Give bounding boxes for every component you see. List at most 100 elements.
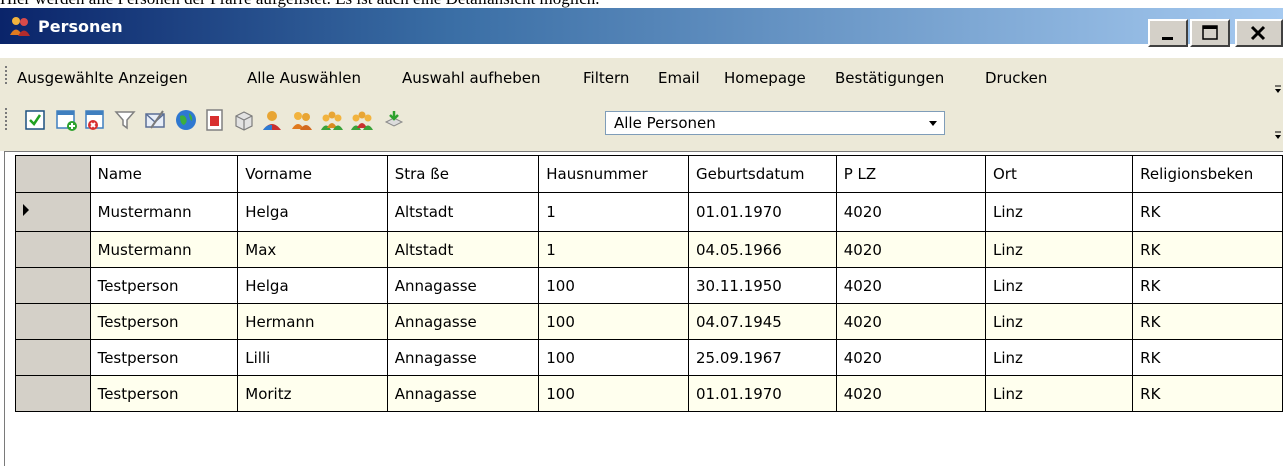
table-row[interactable]: Testperson Moritz Annagasse 100 01.01.19…: [15, 375, 1283, 412]
export-icon[interactable]: [382, 108, 406, 132]
menu-email[interactable]: Email: [658, 69, 700, 87]
cell-strasse[interactable]: Altstadt: [386, 192, 540, 232]
cell-strasse[interactable]: Annagasse: [386, 303, 540, 340]
cell-religion[interactable]: RK: [1132, 267, 1283, 304]
cell-name[interactable]: Testperson: [89, 267, 239, 304]
cell-plz[interactable]: 4020: [835, 192, 986, 232]
table-row[interactable]: Testperson Hermann Annagasse 100 04.07.1…: [15, 303, 1283, 340]
toolbar-grip[interactable]: [5, 108, 8, 132]
close-button[interactable]: [1235, 19, 1283, 47]
table-row[interactable]: Testperson Helga Annagasse 100 30.11.195…: [15, 267, 1283, 304]
cell-name[interactable]: Testperson: [89, 339, 239, 376]
cell-vorname[interactable]: Moritz: [237, 375, 388, 412]
menu-drucken[interactable]: Drucken: [985, 69, 1047, 87]
menu-ausgewaehlte-anzeigen[interactable]: Ausgewählte Anzeigen: [17, 69, 188, 87]
checkbox-icon[interactable]: [23, 108, 47, 132]
cell-hausnummer[interactable]: 100: [538, 339, 689, 376]
window-titlebar[interactable]: Personen: [0, 8, 1283, 47]
cell-strasse[interactable]: Annagasse: [386, 267, 540, 304]
row-selector[interactable]: [15, 231, 91, 268]
cell-vorname[interactable]: Hermann: [237, 303, 388, 340]
cell-vorname[interactable]: Lilli: [237, 339, 388, 376]
cell-name[interactable]: Testperson: [89, 375, 239, 412]
cell-geburtsdatum[interactable]: 04.05.1966: [687, 231, 837, 268]
group-icon[interactable]: [320, 108, 344, 132]
filter-icon[interactable]: [113, 108, 137, 132]
cell-ort[interactable]: Linz: [984, 231, 1134, 268]
cell-ort[interactable]: Linz: [984, 339, 1134, 376]
add-row-icon[interactable]: [55, 108, 79, 132]
cell-religion[interactable]: RK: [1132, 303, 1283, 340]
cell-geburtsdatum[interactable]: 25.09.1967: [687, 339, 837, 376]
cell-name[interactable]: Testperson: [89, 303, 239, 340]
column-header-strasse[interactable]: Stra ße: [386, 155, 540, 193]
group-alt-icon[interactable]: [350, 108, 374, 132]
row-selector[interactable]: [15, 375, 91, 412]
column-header-hausnummer[interactable]: Hausnummer: [538, 155, 689, 193]
column-header-plz[interactable]: P LZ: [835, 155, 986, 193]
row-selector[interactable]: [15, 267, 91, 304]
cell-hausnummer[interactable]: 100: [538, 375, 689, 412]
cell-name[interactable]: Mustermann: [89, 231, 239, 268]
cell-strasse[interactable]: Annagasse: [386, 339, 540, 376]
cell-hausnummer[interactable]: 100: [538, 267, 689, 304]
cell-ort[interactable]: Linz: [984, 267, 1134, 304]
column-header-ort[interactable]: Ort: [984, 155, 1134, 193]
cell-hausnummer[interactable]: 100: [538, 303, 689, 340]
cell-vorname[interactable]: Max: [237, 231, 388, 268]
cell-hausnummer[interactable]: 1: [538, 231, 689, 268]
minimize-button[interactable]: [1148, 19, 1188, 47]
cell-ort[interactable]: Linz: [984, 303, 1134, 340]
cell-name[interactable]: Mustermann: [89, 192, 239, 232]
column-header-geburtsdatum[interactable]: Geburtsdatum: [687, 155, 837, 193]
row-selector[interactable]: [15, 303, 91, 340]
cell-plz[interactable]: 4020: [835, 375, 986, 412]
menu-grip[interactable]: [5, 66, 8, 86]
cell-religion[interactable]: RK: [1132, 375, 1283, 412]
grid-corner-cell[interactable]: [15, 155, 91, 193]
cell-geburtsdatum[interactable]: 01.01.1970: [687, 375, 837, 412]
persons-icon[interactable]: [290, 108, 314, 132]
person-icon[interactable]: [260, 108, 284, 132]
report-icon[interactable]: [203, 108, 227, 132]
maximize-button[interactable]: [1190, 19, 1230, 47]
cell-strasse[interactable]: Altstadt: [386, 231, 540, 268]
row-selector[interactable]: [15, 339, 91, 376]
filter-dropdown-button[interactable]: [923, 113, 943, 133]
menu-auswahl-aufheben[interactable]: Auswahl aufheben: [402, 69, 540, 87]
menu-homepage[interactable]: Homepage: [724, 69, 806, 87]
menu-overflow-icon[interactable]: [1271, 76, 1283, 96]
menu-bestaetigungen[interactable]: Bestätigungen: [835, 69, 944, 87]
cell-geburtsdatum[interactable]: 04.07.1945: [687, 303, 837, 340]
column-header-name[interactable]: Name: [89, 155, 239, 193]
persons-grid[interactable]: Name Vorname Stra ße Hausnummer Geburtsd…: [15, 155, 1283, 412]
cell-hausnummer[interactable]: 1: [538, 192, 689, 232]
cell-ort[interactable]: Linz: [984, 375, 1134, 412]
person-filter-select[interactable]: Alle Personen: [605, 111, 945, 135]
cell-plz[interactable]: 4020: [835, 231, 986, 268]
cell-ort[interactable]: Linz: [984, 192, 1134, 232]
table-row[interactable]: Mustermann Max Altstadt 1 04.05.1966 402…: [15, 231, 1283, 268]
row-selector-current[interactable]: [15, 192, 91, 232]
menu-alle-auswaehlen[interactable]: Alle Auswählen: [247, 69, 361, 87]
toolbar-overflow-icon[interactable]: [1271, 126, 1283, 146]
cell-plz[interactable]: 4020: [835, 303, 986, 340]
box-icon[interactable]: [232, 108, 256, 132]
menu-filtern[interactable]: Filtern: [583, 69, 629, 87]
cell-religion[interactable]: RK: [1132, 192, 1283, 232]
cell-plz[interactable]: 4020: [835, 339, 986, 376]
cell-geburtsdatum[interactable]: 30.11.1950: [687, 267, 837, 304]
column-header-vorname[interactable]: Vorname: [237, 155, 388, 193]
cell-vorname[interactable]: Helga: [237, 267, 388, 304]
cell-vorname[interactable]: Helga: [237, 192, 388, 232]
table-row[interactable]: Testperson Lilli Annagasse 100 25.09.196…: [15, 339, 1283, 376]
cell-geburtsdatum[interactable]: 01.01.1970: [687, 192, 837, 232]
column-header-religionsbekenntnis[interactable]: Religionsbeken: [1132, 155, 1283, 193]
email-icon[interactable]: [143, 108, 167, 132]
delete-row-icon[interactable]: [84, 108, 108, 132]
cell-plz[interactable]: 4020: [835, 267, 986, 304]
table-row[interactable]: Mustermann Helga Altstadt 1 01.01.1970 4…: [15, 192, 1283, 232]
cell-strasse[interactable]: Annagasse: [386, 375, 540, 412]
cell-religion[interactable]: RK: [1132, 231, 1283, 268]
globe-icon[interactable]: [174, 108, 198, 132]
